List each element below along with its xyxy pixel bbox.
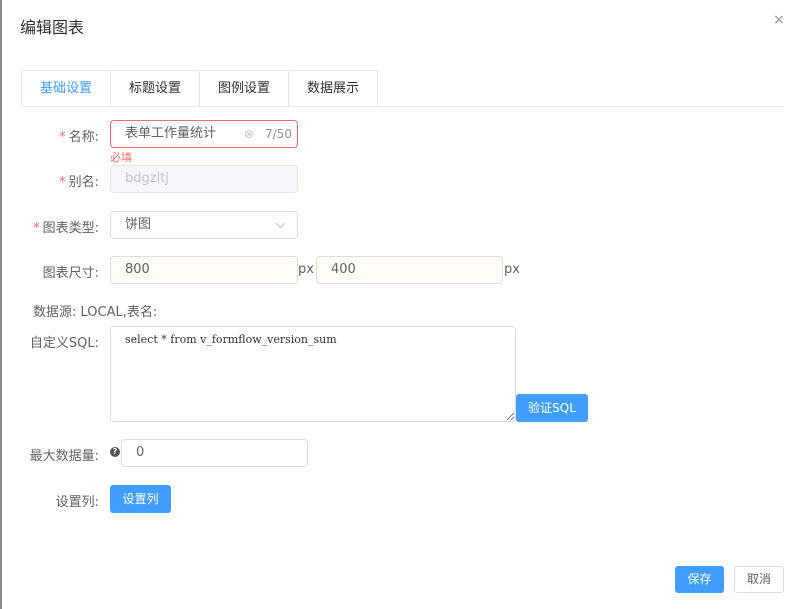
width-input[interactable]: 800 (110, 256, 298, 284)
sql-textarea[interactable]: select * from v_formflow_version_sum (110, 326, 516, 422)
required-mark: * (59, 130, 66, 145)
max-rows-input[interactable]: 0 (121, 439, 308, 467)
tab-legend[interactable]: 图例设置 (200, 70, 290, 107)
height-input[interactable]: 400 (316, 256, 503, 284)
tab-data-display[interactable]: 数据展示 (289, 70, 379, 107)
sql-label: 自定义SQL: (29, 336, 99, 351)
alias-label: * 别名: (0, 171, 99, 190)
chart-type-value: 饼图 (125, 217, 152, 232)
alias-label-text: 别名: (68, 175, 99, 190)
char-count: 7/50 (265, 127, 292, 141)
verify-sql-button[interactable]: 验证SQL (516, 394, 588, 422)
dialog-title: 编辑图表 (20, 18, 85, 37)
tab-title[interactable]: 标题设置 (111, 70, 201, 107)
datasource-text: 数据源: LOCAL,表名: (33, 305, 158, 320)
columns-label: 设置列: (55, 495, 99, 510)
close-icon[interactable]: × (773, 12, 785, 28)
save-button[interactable]: 保存 (675, 566, 724, 593)
help-icon[interactable]: ? (110, 447, 120, 457)
chevron-down-icon (275, 222, 286, 229)
name-error: 必填 (110, 151, 132, 164)
cancel-button[interactable]: 取消 (734, 566, 784, 593)
size-label: 图表尺寸: (42, 266, 99, 281)
clear-icon[interactable]: ⊗ (244, 121, 254, 147)
chart-type-label: * 图表类型: (0, 217, 99, 236)
chart-type-label-text: 图表类型: (42, 221, 99, 236)
name-input[interactable]: 表单工作量统计 ⊗ 7/50 (110, 120, 298, 148)
required-mark: * (33, 221, 40, 236)
tab-bar: 基础设置 标题设置 图例设置 数据展示 (21, 70, 379, 107)
alias-input: bdgzltj (110, 165, 298, 193)
name-label: * 名称: (0, 126, 99, 145)
name-label-text: 名称: (68, 130, 99, 145)
set-columns-button[interactable]: 设置列 (110, 485, 171, 513)
height-unit: px (504, 262, 520, 277)
window-edge (0, 0, 2, 609)
width-unit: px (298, 262, 314, 277)
tab-basic[interactable]: 基础设置 (21, 70, 112, 107)
chart-type-select[interactable]: 饼图 (110, 211, 298, 239)
required-mark: * (59, 175, 66, 190)
max-rows-label: 最大数据量: (29, 449, 99, 464)
name-value: 表单工作量统计 (125, 126, 217, 141)
tab-divider (21, 106, 784, 107)
